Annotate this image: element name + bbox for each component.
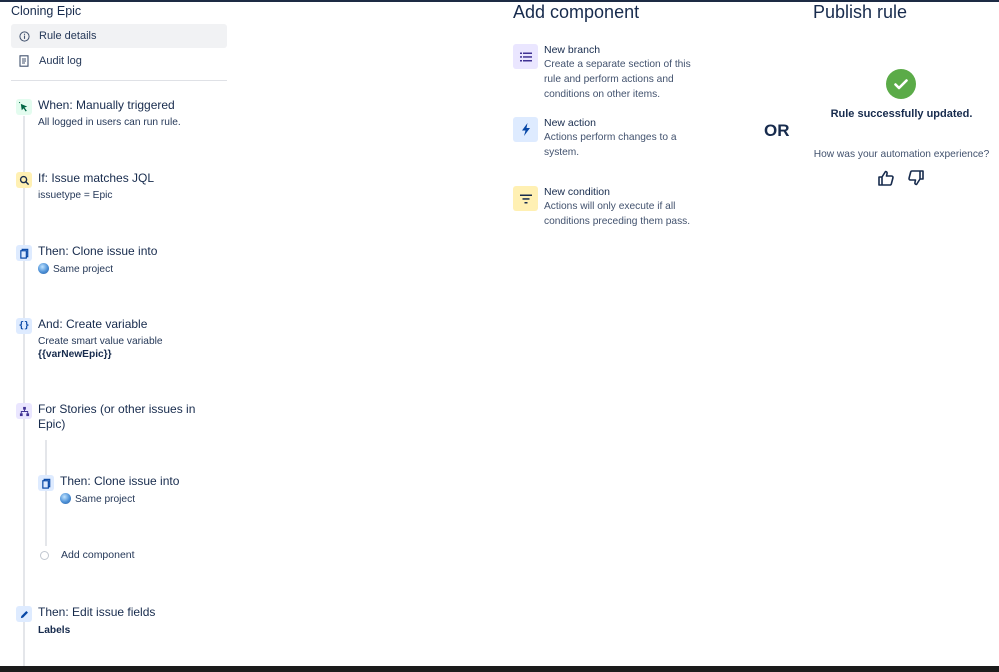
component-subtitle: issuetype = Epic [38, 190, 113, 201]
component-title: And: Create variable [38, 317, 148, 331]
document-icon [17, 55, 31, 67]
branch-icon [16, 403, 32, 419]
project-avatar-icon [60, 493, 71, 504]
success-check-icon [886, 69, 916, 99]
component-title: Then: Clone issue into [38, 244, 158, 258]
clone-icon [16, 245, 32, 261]
search-icon [16, 172, 32, 188]
success-message: Rule successfully updated. [830, 108, 973, 120]
clone-icon [38, 475, 54, 491]
rule-title: Cloning Epic [11, 4, 82, 18]
component-title: If: Issue matches JQL [38, 171, 155, 185]
option-title: New branch [544, 44, 601, 56]
create-variable-component[interactable]: {} And: Create variable Create smart val… [16, 317, 216, 362]
option-description: Actions perform changes to a system. [544, 132, 677, 158]
nav-rule-details[interactable]: Rule details [11, 24, 227, 48]
nav-label: Audit log [39, 55, 82, 67]
option-title: New action [544, 117, 596, 129]
add-component-dot-icon [40, 550, 49, 560]
thumbs-down-icon[interactable] [906, 168, 926, 188]
option-title: New condition [544, 186, 610, 198]
option-description: Create a separate section of this rule a… [544, 59, 691, 100]
component-subtitle: Same project [38, 263, 113, 275]
add-component-link[interactable]: Add component [40, 549, 135, 561]
nav-audit-log[interactable]: Audit log [11, 49, 227, 73]
clone-action-component[interactable]: Then: Clone issue into Same project [16, 244, 216, 279]
info-icon [17, 30, 31, 42]
edit-issue-component[interactable]: Then: Edit issue fields Labels [16, 605, 216, 640]
branch-component[interactable]: For Stories (or other issues in Epic) [16, 402, 216, 437]
nav-label: Rule details [39, 30, 97, 42]
thumbs-up-icon[interactable] [876, 168, 896, 188]
branch-clone-action-component[interactable]: Then: Clone issue into Same project [38, 474, 218, 509]
component-title: Then: Edit issue fields [38, 605, 156, 619]
component-subtitle: Create smart value variable [38, 336, 163, 347]
new-branch-option[interactable]: New branch Create a separate section of … [513, 44, 713, 100]
option-description: Actions will only execute if all conditi… [544, 201, 691, 227]
variable-name: {{varNewEpic}} [38, 349, 112, 360]
add-component-heading: Add component [513, 2, 640, 22]
component-title: When: Manually triggered [38, 98, 175, 112]
component-title: For Stories (or other issues in [38, 402, 196, 416]
feedback-question: How was your automation experience? [813, 149, 990, 160]
publish-rule-heading: Publish rule [813, 2, 908, 22]
pencil-icon [16, 606, 32, 622]
component-subtitle: Labels [38, 625, 71, 636]
bottom-bar [0, 666, 999, 672]
new-condition-option[interactable]: New condition Actions will only execute … [513, 186, 713, 230]
cursor-click-icon [16, 99, 32, 115]
filter-icon [513, 186, 538, 211]
list-icon [513, 44, 538, 69]
condition-component[interactable]: If: Issue matches JQL issuetype = Epic [16, 171, 216, 206]
component-subtitle: All logged in users can run rule. [38, 117, 181, 128]
braces-icon: {} [16, 318, 32, 334]
component-title: Then: Clone issue into [60, 474, 180, 488]
trigger-component[interactable]: When: Manually triggered All logged in u… [16, 98, 216, 133]
or-separator: OR [764, 121, 790, 140]
component-subtitle: Same project [60, 493, 135, 505]
project-avatar-icon [38, 263, 49, 274]
component-title-line2: Epic) [38, 417, 66, 431]
divider [11, 80, 227, 81]
add-component-label: Add component [61, 549, 135, 561]
lightning-icon [513, 117, 538, 142]
new-action-option[interactable]: New action Actions perform changes to a … [513, 117, 713, 161]
